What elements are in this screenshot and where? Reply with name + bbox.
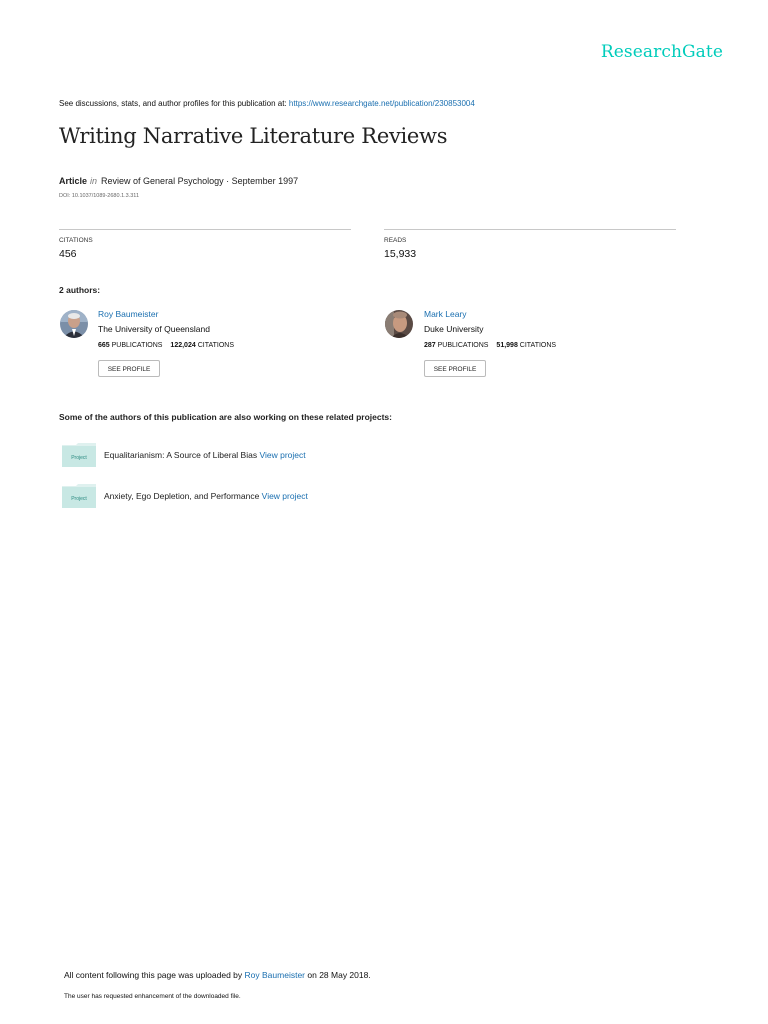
- reads-label: READS: [384, 237, 407, 244]
- journal-and-date: Review of General Psychology · September…: [101, 176, 299, 186]
- publications-count: 665: [98, 342, 110, 349]
- project-folder-icon: Project: [62, 443, 96, 467]
- publications-label: PUBLICATIONS: [111, 342, 163, 349]
- upload-suffix: on 28 May 2018.: [307, 970, 371, 980]
- publications-label: PUBLICATIONS: [437, 342, 489, 349]
- citations-label: CITATIONS: [59, 237, 93, 244]
- project-title: Equalitarianism: A Source of Liberal Bia…: [104, 450, 258, 460]
- avatar-photo-icon: [385, 310, 413, 338]
- author-stats: 287 PUBLICATIONS 51,998 CITATIONS: [424, 342, 556, 349]
- authors-heading: 2 authors:: [59, 285, 101, 295]
- citations-count: 122,024: [170, 342, 196, 349]
- see-profile-button[interactable]: SEE PROFILE: [424, 360, 486, 377]
- project-title: Anxiety, Ego Depletion, and Performance: [104, 491, 260, 501]
- publications-count: 287: [424, 342, 436, 349]
- citations-count: 51,998: [496, 342, 518, 349]
- researchgate-logo[interactable]: ResearchGate: [601, 42, 723, 62]
- reads-value: 15,933: [384, 248, 417, 260]
- project-badge: Project: [71, 455, 87, 461]
- avatar-mark-leary[interactable]: [385, 310, 413, 338]
- author-institution: Duke University: [424, 324, 484, 334]
- project-item: Equalitarianism: A Source of Liberal Bia…: [104, 450, 306, 460]
- author-institution: The University of Queensland: [98, 324, 210, 334]
- citations-divider: [59, 229, 351, 230]
- project-badge: Project: [71, 496, 87, 502]
- avatar-photo-icon: [60, 310, 88, 338]
- author-name[interactable]: Roy Baumeister: [98, 309, 158, 319]
- enhancement-note: The user has requested enhancement of th…: [64, 993, 241, 1000]
- citations-label: CITATIONS: [197, 342, 234, 349]
- discussion-note: See discussions, stats, and author profi…: [59, 99, 475, 108]
- author-stats: 665 PUBLICATIONS 122,024 CITATIONS: [98, 342, 234, 349]
- citations-value: 456: [59, 248, 77, 260]
- publication-title: Writing Narrative Literature Reviews: [59, 124, 448, 148]
- publication-link[interactable]: https://www.researchgate.net/publication…: [289, 99, 475, 108]
- related-projects-heading: Some of the authors of this publication …: [59, 412, 392, 422]
- reads-divider: [384, 229, 676, 230]
- upload-prefix: All content following this page was uplo…: [64, 970, 243, 980]
- in-word: in: [90, 176, 98, 186]
- project-folder-icon: Project: [62, 484, 96, 508]
- uploader-link[interactable]: Roy Baumeister: [245, 970, 305, 980]
- avatar-roy-baumeister[interactable]: [60, 310, 88, 338]
- view-project-link[interactable]: View project: [259, 450, 305, 460]
- see-profile-button[interactable]: SEE PROFILE: [98, 360, 160, 377]
- discussion-note-text: See discussions, stats, and author profi…: [59, 99, 287, 108]
- view-project-link[interactable]: View project: [262, 491, 308, 501]
- publication-type: Article: [59, 176, 88, 186]
- upload-note: All content following this page was uplo…: [64, 970, 371, 980]
- citations-label: CITATIONS: [519, 342, 557, 349]
- project-item: Anxiety, Ego Depletion, and Performance …: [104, 491, 308, 501]
- author-name[interactable]: Mark Leary: [424, 309, 467, 319]
- publication-meta: Article in Review of General Psychology · …: [59, 176, 298, 186]
- publication-doi: DOI: 10.1037/1089-2680.1.3.311: [59, 193, 140, 199]
